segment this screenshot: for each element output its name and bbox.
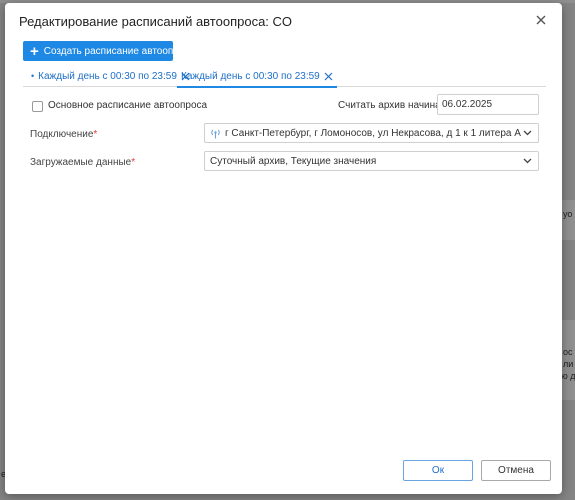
connection-select[interactable]: г Санкт-Петербург, г Ломоносов, ул Некра… <box>204 123 539 143</box>
background-text: ос <box>563 347 573 357</box>
loaded-data-value: Суточный архив, Текущие значения <box>210 155 377 167</box>
background-panel <box>562 200 575 240</box>
main-schedule-checkbox[interactable] <box>32 101 43 112</box>
background-text: ю д <box>561 371 575 381</box>
create-schedule-label: Создать расписание автоопроса <box>43 45 196 57</box>
dialog-title: Редактирование расписаний автоопроса: CO <box>19 14 293 29</box>
archive-start-date-input[interactable] <box>437 94 539 115</box>
required-mark: * <box>131 157 136 168</box>
modified-dot: • <box>31 71 35 81</box>
loaded-data-select[interactable]: Суточный архив, Текущие значения <box>204 151 539 171</box>
background-text: уо <box>563 209 573 219</box>
edit-schedule-dialog: Редактирование расписаний автоопроса: CO… <box>5 3 562 494</box>
loaded-data-label: Загружаемые данные* <box>30 157 135 168</box>
tab-label: Каждый день с 00:30 по 23:59 <box>38 70 177 82</box>
antenna-icon <box>211 129 220 138</box>
background-text: ли <box>563 359 574 369</box>
close-icon[interactable] <box>534 13 548 27</box>
connection-label: Подключение* <box>30 129 97 140</box>
chevron-down-icon <box>523 130 532 136</box>
create-schedule-button[interactable]: + Создать расписание автоопроса <box>23 41 195 61</box>
connection-label-text: Подключение <box>30 129 94 140</box>
schedule-tabs: • Каждый день с 00:30 по 23:59 Каждый де… <box>23 65 546 88</box>
chevron-down-icon <box>523 158 532 164</box>
x-icon[interactable] <box>324 72 333 81</box>
tab-schedule-2[interactable]: Каждый день с 00:30 по 23:59 <box>177 65 337 88</box>
main-schedule-label: Основное расписание автоопроса <box>48 100 208 111</box>
required-mark: * <box>93 129 98 140</box>
ok-button[interactable]: Ок <box>403 460 473 481</box>
tab-schedule-1[interactable]: • Каждый день с 00:30 по 23:59 <box>31 65 190 87</box>
tab-label: Каждый день с 00:30 по 23:59 <box>181 70 320 82</box>
plus-icon: + <box>30 42 39 60</box>
connection-value: г Санкт-Петербург, г Ломоносов, ул Некра… <box>225 127 521 139</box>
loaded-data-label-text: Загружаемые данные <box>30 157 132 168</box>
cancel-button[interactable]: Отмена <box>481 460 551 481</box>
